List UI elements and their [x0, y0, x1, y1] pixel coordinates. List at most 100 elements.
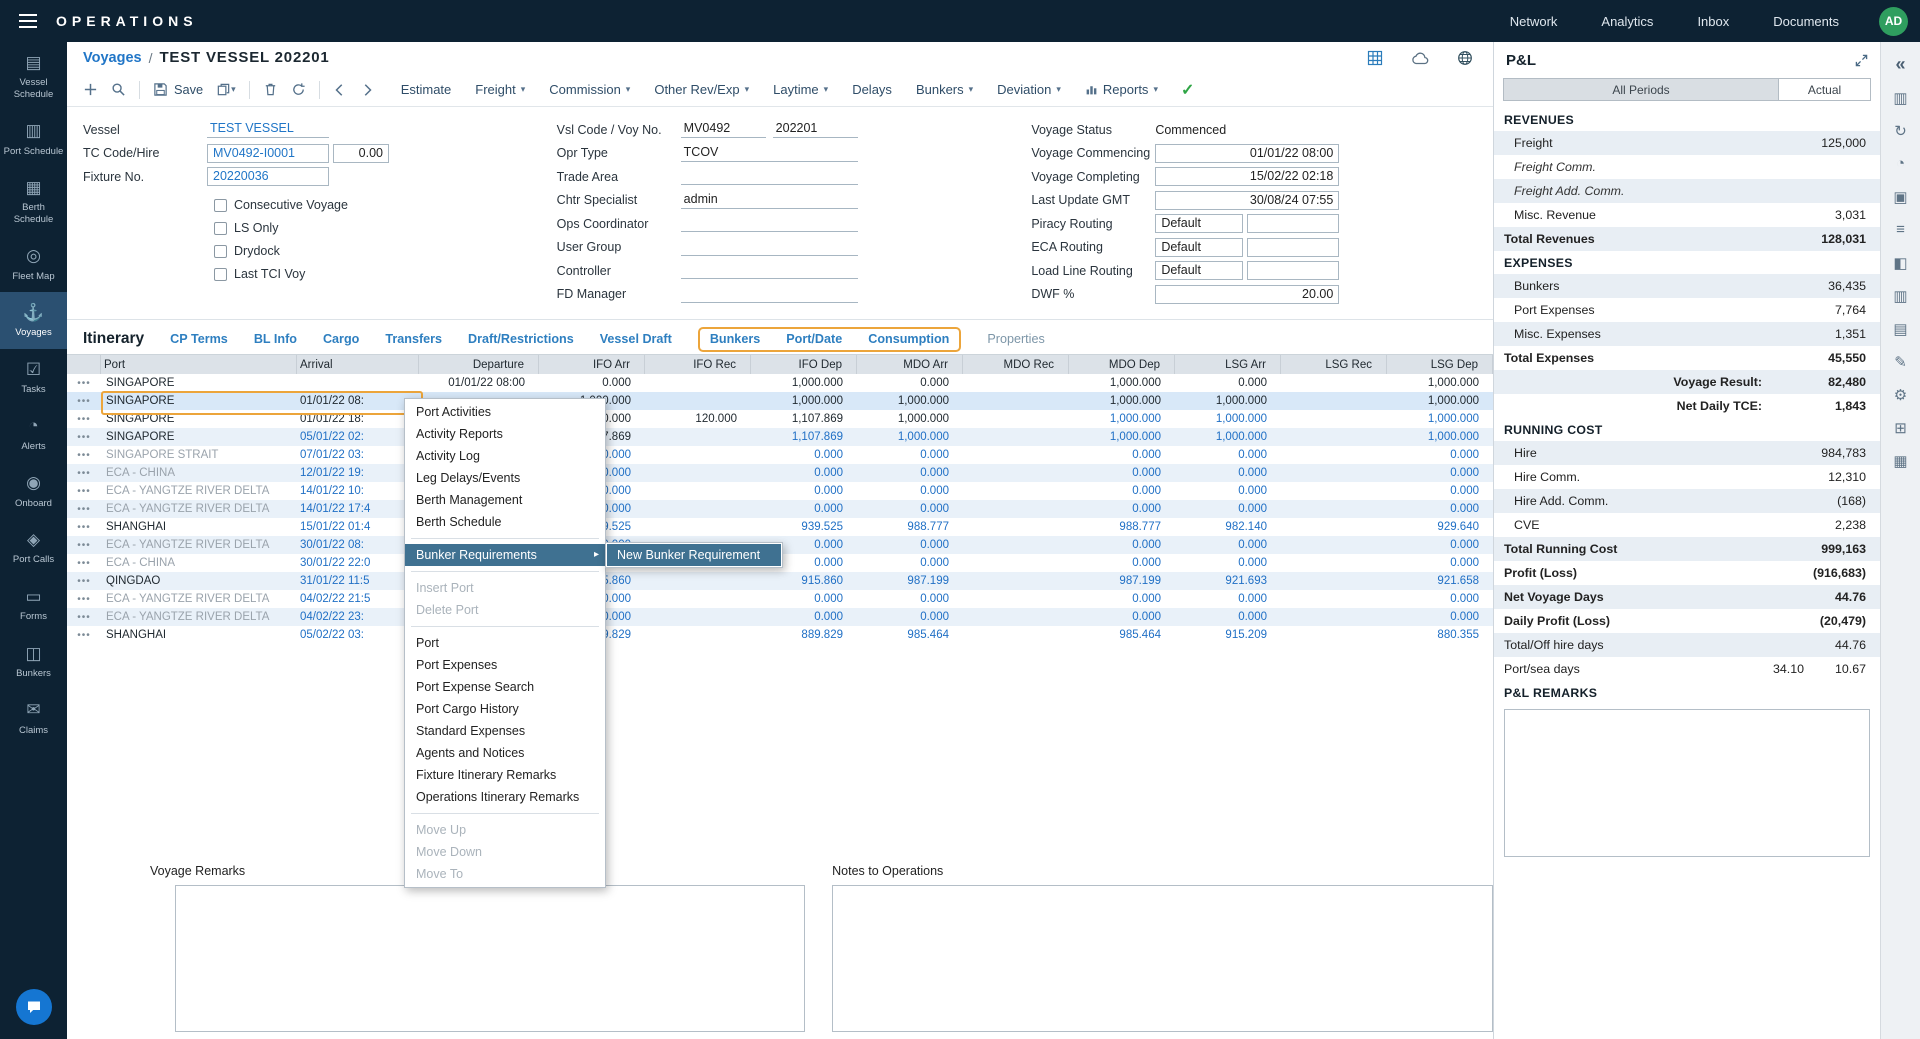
expand-panel-icon[interactable]: [1855, 54, 1868, 67]
arrival-cell[interactable]: 30/01/22 22:0: [297, 557, 419, 569]
bunker-cell[interactable]: 982.140: [1175, 521, 1281, 533]
next-voyage-button[interactable]: [360, 83, 374, 97]
arrival-cell[interactable]: 14/01/22 17:4: [297, 503, 419, 515]
row-menu-button[interactable]: •••: [67, 540, 101, 551]
bunker-cell[interactable]: 0.000: [1387, 467, 1493, 479]
row-menu-button[interactable]: •••: [67, 414, 101, 425]
arrival-cell[interactable]: 01/01/22 08:: [297, 395, 419, 407]
toolbar-menu-reports[interactable]: Reports▾: [1085, 82, 1158, 97]
field-input[interactable]: [681, 239, 858, 256]
bunker-cell[interactable]: 1,000.000: [1387, 377, 1493, 389]
bunker-cell[interactable]: 0.000: [1387, 485, 1493, 497]
context-menu-item-activity-log[interactable]: Activity Log: [405, 445, 605, 467]
sidebar-item-port-calls[interactable]: ◈Port Calls: [0, 519, 67, 576]
context-menu-item-leg-delays-events[interactable]: Leg Delays/Events: [405, 467, 605, 489]
field-input[interactable]: [681, 286, 858, 303]
port-cell[interactable]: SHANGHAI: [101, 521, 297, 533]
card-view-icon[interactable]: ▣: [1881, 180, 1920, 213]
context-menu-item-port[interactable]: Port: [405, 632, 605, 654]
bunker-cell[interactable]: 0.000: [1175, 557, 1281, 569]
column-header-port[interactable]: Port: [101, 355, 297, 374]
vessel-field[interactable]: TEST VESSEL: [207, 121, 329, 138]
bunker-cell[interactable]: 0.000: [857, 539, 963, 551]
bunker-cell[interactable]: 120.000: [645, 413, 751, 425]
bunker-cell[interactable]: 0.000: [1175, 503, 1281, 515]
bunker-cell[interactable]: 939.525: [751, 521, 857, 533]
checkbox-drydock[interactable]: Drydock: [214, 240, 557, 263]
row-menu-button[interactable]: •••: [67, 612, 101, 623]
analytics-chart-icon[interactable]: ▥: [1881, 81, 1920, 114]
field-input[interactable]: [1247, 261, 1339, 280]
sidebar-item-onboard[interactable]: ◉Onboard: [0, 462, 67, 519]
checkbox-consecutive-voyage[interactable]: Consecutive Voyage: [214, 194, 557, 217]
bunker-cell[interactable]: 0.000: [751, 467, 857, 479]
field-input[interactable]: [1247, 238, 1339, 257]
notes-to-operations-input[interactable]: [832, 885, 1493, 1032]
sidebar-item-voyages[interactable]: ⚓Voyages: [0, 292, 67, 349]
save-button[interactable]: [153, 82, 168, 97]
clock-icon[interactable]: ◔: [1881, 147, 1920, 180]
pnl-tab-all-periods[interactable]: All Periods: [1504, 79, 1778, 100]
column-header-mdo-dep[interactable]: MDO Dep: [1069, 355, 1175, 374]
bunker-cell[interactable]: 0.000: [1387, 449, 1493, 461]
arrival-cell[interactable]: 31/01/22 11:5: [297, 575, 419, 587]
search-icon[interactable]: [111, 82, 126, 97]
sidebar-item-alerts[interactable]: ◔Alerts: [0, 405, 67, 462]
bunker-cell[interactable]: 0.000: [751, 485, 857, 497]
row-menu-button[interactable]: •••: [67, 576, 101, 587]
row-menu-button[interactable]: •••: [67, 522, 101, 533]
bunker-cell[interactable]: 988.777: [1069, 521, 1175, 533]
bunker-cell[interactable]: 1,000.000: [1069, 377, 1175, 389]
toolbar-menu-bunkers[interactable]: Bunkers▾: [916, 82, 973, 97]
sidebar-item-bunkers[interactable]: ◫Bunkers: [0, 633, 67, 690]
row-menu-button[interactable]: •••: [67, 594, 101, 605]
bunker-cell[interactable]: 0.000: [1175, 377, 1281, 389]
field-select[interactable]: Default: [1155, 261, 1243, 280]
calculator-icon[interactable]: ▦: [1881, 444, 1920, 477]
port-cell[interactable]: ECA - YANGTZE RIVER DELTA: [101, 485, 297, 497]
copy-button[interactable]: ▾: [216, 82, 236, 97]
row-menu-button[interactable]: •••: [67, 450, 101, 461]
topbar-nav-network[interactable]: Network: [1510, 14, 1558, 29]
column-header-arrival[interactable]: Arrival: [297, 355, 419, 374]
port-cell[interactable]: SINGAPORE: [101, 431, 297, 443]
port-cell[interactable]: SINGAPORE STRAIT: [101, 449, 297, 461]
cloud-sync-icon[interactable]: [1411, 51, 1429, 65]
tc-hire-field[interactable]: 0.00: [333, 144, 389, 163]
port-cell[interactable]: ECA - YANGTZE RIVER DELTA: [101, 593, 297, 605]
row-menu-button[interactable]: •••: [67, 558, 101, 569]
bar-chart-icon[interactable]: ▥: [1881, 279, 1920, 312]
context-menu-item-port-expenses[interactable]: Port Expenses: [405, 654, 605, 676]
bunker-cell[interactable]: 1,000.000: [857, 395, 963, 407]
pnl-remarks-input[interactable]: [1504, 709, 1870, 857]
bunker-cell[interactable]: 0.000: [1387, 593, 1493, 605]
globe-icon[interactable]: [1457, 50, 1473, 66]
row-menu-button[interactable]: •••: [67, 630, 101, 641]
tab-properties[interactable]: Properties: [987, 332, 1044, 346]
field-input[interactable]: [681, 215, 858, 232]
toolbar-menu-other-rev-exp[interactable]: Other Rev/Exp▾: [654, 82, 749, 97]
bunker-cell[interactable]: 880.355: [1387, 629, 1493, 641]
arrival-cell[interactable]: 12/01/22 19:: [297, 467, 419, 479]
port-cell[interactable]: ECA - YANGTZE RIVER DELTA: [101, 539, 297, 551]
arrival-cell[interactable]: 05/01/22 02:: [297, 431, 419, 443]
toolbar-menu-delays[interactable]: Delays: [852, 82, 892, 97]
bunker-cell[interactable]: 1,000.000: [1069, 413, 1175, 425]
toolbar-menu-commission[interactable]: Commission▾: [549, 82, 630, 97]
arrival-cell[interactable]: 01/01/22 18:: [297, 413, 419, 425]
bunker-cell[interactable]: 0.000: [751, 593, 857, 605]
list-view-icon[interactable]: ≡: [1881, 213, 1920, 246]
field-select[interactable]: Default: [1155, 214, 1243, 233]
bunker-cell[interactable]: 0.000: [751, 611, 857, 623]
field-input[interactable]: admin: [681, 192, 858, 209]
field-input[interactable]: 15/02/22 02:18: [1155, 167, 1339, 186]
port-cell[interactable]: SINGAPORE: [101, 377, 297, 389]
tab-port-date[interactable]: Port/Date: [786, 332, 842, 346]
arrival-cell[interactable]: 15/01/22 01:4: [297, 521, 419, 533]
bunker-cell[interactable]: 0.000: [1069, 593, 1175, 605]
bunker-cell[interactable]: 0.000: [857, 593, 963, 605]
bunker-cell[interactable]: 0.000: [539, 377, 645, 389]
arrival-cell[interactable]: 04/02/22 23:: [297, 611, 419, 623]
bunker-cell[interactable]: 0.000: [1175, 593, 1281, 605]
bunker-cell[interactable]: 929.640: [1387, 521, 1493, 533]
